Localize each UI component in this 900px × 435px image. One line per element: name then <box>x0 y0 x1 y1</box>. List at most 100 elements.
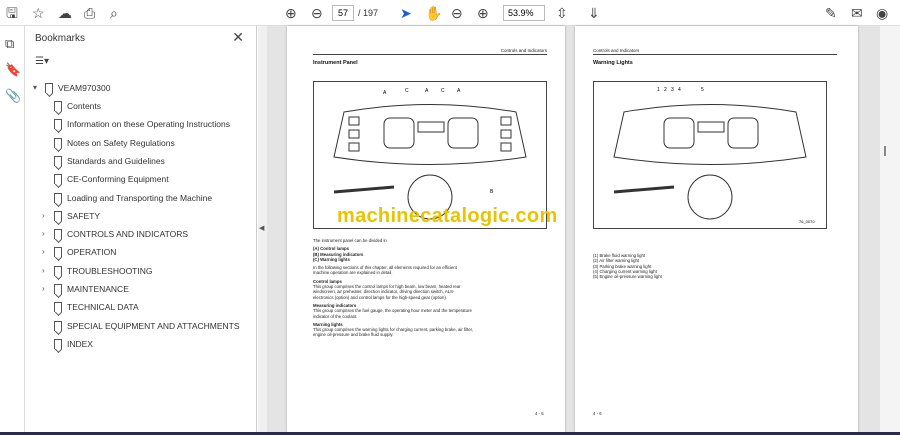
bookmark-icon <box>54 320 62 331</box>
callout-label: A <box>457 88 461 94</box>
save-icon[interactable]: 🖫 <box>6 4 18 22</box>
sign-icon[interactable]: ✎ <box>825 4 837 22</box>
select-cursor-icon[interactable]: ➤ <box>400 4 412 22</box>
callout-label: A <box>383 90 387 96</box>
bookmark-icon <box>54 192 62 203</box>
bookmark-item[interactable]: Standards and Guidelines <box>25 152 257 170</box>
zoom-in-icon[interactable]: ⊕ <box>477 4 489 22</box>
bookmark-label: MAINTENANCE <box>67 284 129 294</box>
bookmark-icon <box>45 83 53 93</box>
list-item: (5) Engine oil-pressure warning light <box>593 274 662 280</box>
next-page-icon[interactable]: ⊖ <box>311 4 323 22</box>
intro-text: The instrument panel can be divided in <box>313 238 387 243</box>
callout-label: 5 <box>701 87 704 93</box>
page-number-input[interactable]: 57 <box>332 5 354 21</box>
chevron-down-icon[interactable]: ▾ <box>33 79 43 97</box>
scrollbar[interactable] <box>880 26 900 435</box>
collapse-panel-handle[interactable]: ◀ <box>258 26 267 435</box>
callout-label: 4 <box>678 87 681 93</box>
bookmark-item[interactable]: INDEX <box>25 335 257 353</box>
upload-cloud-icon[interactable]: ☁ <box>58 4 72 22</box>
bookmark-label: CE-Conforming Equipment <box>67 174 169 185</box>
bookmark-label: Notes on Safety Regulations <box>67 137 175 148</box>
bookmark-icon <box>54 119 62 130</box>
bookmark-star-icon[interactable]: ☆ <box>32 4 45 22</box>
bookmark-label: VEAM970300 <box>58 83 111 93</box>
pdf-page-left: Controls and Indicators Instrument Panel… <box>287 26 565 435</box>
bookmark-label: SAFETY <box>67 210 101 221</box>
scrollbar-thumb[interactable] <box>884 146 886 156</box>
section-title: Instrument Panel <box>313 60 358 66</box>
section-title: Warning Lights <box>593 60 633 66</box>
page-fit-icon[interactable]: ⇳ <box>556 4 568 22</box>
attachments-icon[interactable]: 📎 <box>5 88 21 104</box>
bookmark-item[interactable]: › MAINTENANCE <box>25 280 257 298</box>
bookmark-item[interactable]: CE-Conforming Equipment <box>25 170 257 188</box>
figure-code: 76_0070 <box>799 219 815 224</box>
bookmark-icon <box>54 265 62 276</box>
hand-tool-icon[interactable]: ✋ <box>425 4 442 22</box>
zoom-select[interactable]: 53.9% <box>503 5 545 21</box>
bookmark-item[interactable]: TECHNICAL DATA <box>25 298 257 316</box>
bookmark-item[interactable]: Loading and Transporting the Machine <box>25 189 257 207</box>
bookmark-icon <box>54 247 62 258</box>
bookmark-item[interactable]: › CONTROLS AND INDICATORS <box>25 225 257 243</box>
bookmark-item[interactable]: › OPERATION <box>25 243 257 261</box>
chevron-right-icon[interactable]: › <box>42 225 52 243</box>
warning-list: (1) Brake fluid warning light (2) Air fi… <box>593 253 753 279</box>
print-icon[interactable]: ⎙ <box>84 4 95 22</box>
bookmark-item[interactable]: Information on these Operating Instructi… <box>25 115 257 133</box>
bookmarks-icon[interactable]: 🔖 <box>5 62 21 78</box>
chevron-right-icon[interactable]: › <box>42 243 52 261</box>
bookmark-item[interactable]: SPECIAL EQUIPMENT AND ATTACHMENTS <box>25 317 257 335</box>
chevron-right-icon[interactable]: › <box>42 262 52 280</box>
body-text: The instrument panel can be divided in (… <box>313 238 473 338</box>
page-total: / 197 <box>358 8 379 18</box>
bookmark-icon <box>54 284 62 294</box>
scroll-mode-icon[interactable]: ⇓ <box>588 4 600 22</box>
toolbar: 🖫 ☆ ☁ ⎙ ⌕ ⊕ ⊖ 57 / 197 ➤ ✋ ⊖ ⊕ 53.9% ⇳ ⇓… <box>0 0 900 26</box>
page-header: Controls and Indicators <box>593 48 837 55</box>
bookmark-item[interactable]: › SAFETY <box>25 207 257 225</box>
bookmark-options-icon[interactable]: ☰▾ <box>35 56 49 67</box>
callout-label: C <box>405 88 409 94</box>
dashboard-drawing <box>613 104 807 220</box>
pdf-page-right: Controls and Indicators Warning Lights 1… <box>575 26 858 435</box>
paragraph: In the following sections of this chapte… <box>313 265 457 276</box>
bookmark-icon <box>54 155 62 166</box>
bookmark-label: Information on these Operating Instructi… <box>67 119 231 130</box>
zoom-out-icon[interactable]: ⊖ <box>451 4 463 22</box>
pages-thumbnail-icon[interactable]: ⧉ <box>5 36 14 52</box>
close-icon[interactable]: ✕ <box>232 29 244 46</box>
bookmark-label: TECHNICAL DATA <box>67 302 139 313</box>
bookmark-label: Standards and Guidelines <box>67 155 165 166</box>
bookmark-label: OPERATION <box>67 247 117 258</box>
callout-label: C <box>441 88 445 94</box>
paragraph: This group comprises the warning lights … <box>313 327 474 338</box>
bookmark-label: CONTROLS AND INDICATORS <box>67 229 189 240</box>
previous-page-icon[interactable]: ⊕ <box>285 4 297 22</box>
bookmark-root[interactable]: ▾ VEAM970300 <box>25 79 257 97</box>
bookmark-icon <box>54 174 62 185</box>
paragraph: This group comprises the fuel gauge, the… <box>313 308 472 319</box>
warning-lights-figure: 1 2 3 4 5 76_0070 <box>593 81 827 229</box>
document-view: Controls and Indicators Instrument Panel… <box>267 26 889 435</box>
email-icon[interactable]: ✉ <box>851 4 863 22</box>
chevron-right-icon[interactable]: › <box>42 280 52 298</box>
paragraph: This group comprises the control lamps f… <box>313 284 461 300</box>
chevron-right-icon[interactable]: › <box>42 207 52 225</box>
account-icon[interactable]: ◉ <box>876 4 888 22</box>
bookmark-icon <box>54 302 62 313</box>
bookmark-item[interactable]: Notes on Safety Regulations <box>25 134 257 152</box>
bookmark-label: Contents <box>67 101 102 111</box>
bookmark-item[interactable]: Contents <box>25 97 257 115</box>
watermark: machinecatalogic.com <box>337 205 558 227</box>
bookmark-icon <box>54 229 62 240</box>
search-icon[interactable]: ⌕ <box>110 4 118 22</box>
bookmark-item[interactable]: › TROUBLESHOOTING <box>25 262 257 280</box>
page-number: 4 - 6 <box>593 411 602 416</box>
callout-label: 2 <box>664 87 667 93</box>
bookmark-icon <box>54 137 62 148</box>
bookmark-icon <box>54 210 62 221</box>
bookmarks-panel: Bookmarks ✕ ☰▾ ▾ VEAM970300 Contents Inform… <box>25 26 257 435</box>
